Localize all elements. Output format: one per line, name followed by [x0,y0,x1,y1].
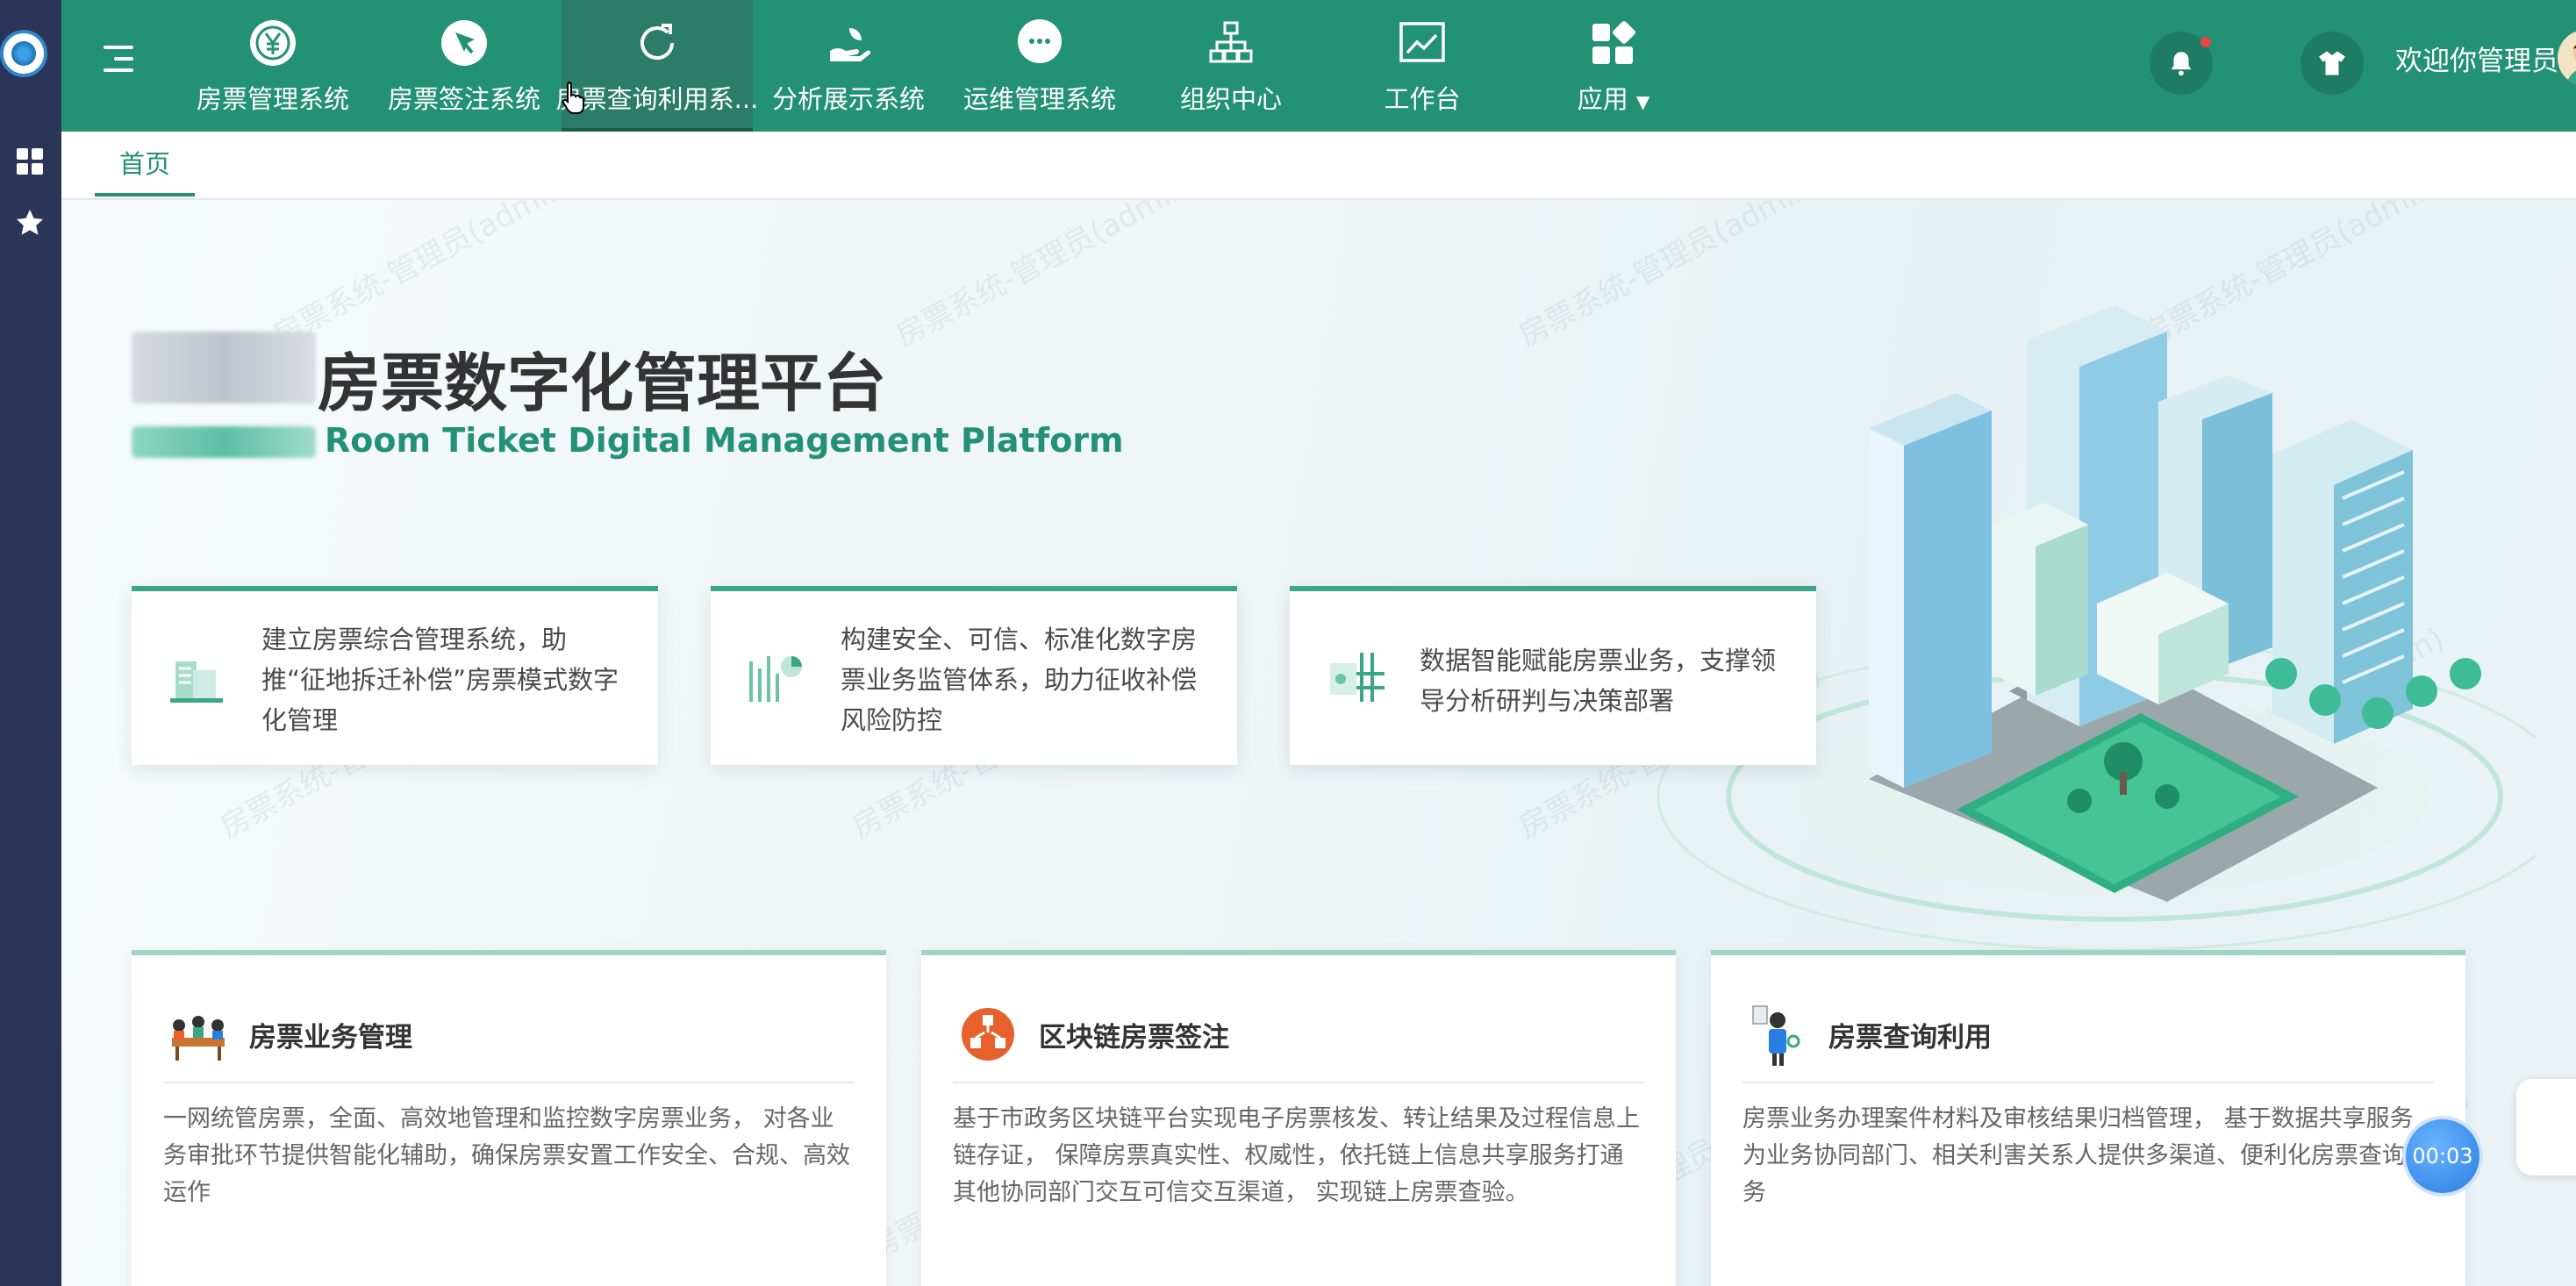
divider [163,1082,855,1083]
meeting-people-icon [163,999,233,1069]
blockchain-icon [953,999,1023,1069]
tab-bar: 首页 [61,132,2576,200]
nav-zuzhi-zhongxin[interactable]: 组织中心 [1135,0,1327,132]
data-bars-icon [742,644,809,711]
nav-fangpiao-guanli[interactable]: 房票管理系统 [177,0,369,132]
hand-leaf-icon [821,16,876,70]
tab-home[interactable]: 首页 [95,132,195,196]
page-title: 房票数字化管理平台 [318,347,887,420]
nav-yingyong[interactable]: 应用 ▼ [1518,0,1709,132]
card-description: 房票业务办理案件材料及审核结果归档管理， 基于数据共享服务为业务协同部门、相关利… [1742,1105,2429,1206]
card-description: 基于市政务区块链平台实现电子房票核发、转让结果及过程信息上链存证， 保障房票真实… [953,1105,1640,1206]
star-icon[interactable] [12,205,47,240]
buildings-icon [163,644,230,711]
avatar[interactable] [2558,30,2576,86]
notification-dot [2200,37,2211,47]
feature-text: 数据智能赋能房票业务，支撑领导分析研判与决策部署 [1420,646,1777,716]
timer-badge[interactable]: 00:03 [2402,1116,2483,1197]
watermark: 房票系统-管理员(admin) [890,200,1204,354]
logo[interactable] [0,30,47,77]
feature-box: 数据智能赋能房票业务，支撑领导分析研判与决策部署 [1290,586,1816,765]
card-title: 房票业务管理 [249,1022,412,1054]
feature-box: 构建安全、可信、标准化数字房票业务监管体系，助力征收补偿风险防控 [711,586,1237,765]
refresh-icon [630,16,684,70]
left-rail [0,0,61,1286]
data-grid-icon [1321,644,1388,711]
shirt-icon[interactable] [2301,32,2364,95]
mouse-cursor-icon [562,79,588,114]
card-fangpiao-chaxun[interactable]: 房票查询利用 房票业务办理案件材料及审核结果归档管理， 基于数据共享服务为业务协… [1711,950,2465,1286]
divider [953,1082,1644,1083]
caret-down-icon: ▼ [1635,91,1650,112]
card-description: 一网统管房票，全面、高效地管理和监控数字房票业务， 对各业务审批环节提供智能化辅… [163,1105,850,1206]
welcome-text[interactable]: 欢迎你管理员 [2395,39,2558,78]
nav-fenxi-zhanshi[interactable]: 分析展示系统 [753,0,944,132]
feature-text: 建立房票综合管理系统，助推“征地拆迁补偿”房票模式数字化管理 [261,625,619,735]
yen-coin-icon [246,16,300,70]
card-title: 区块链房票签注 [1039,1022,1229,1054]
feature-text: 构建安全、可信、标准化数字房票业务监管体系，助力征收补偿风险防控 [841,625,1198,735]
person-search-icon [1742,999,1813,1069]
org-chart-icon [1204,16,1258,70]
redacted-region [132,426,316,458]
nav-yunwei-guanli[interactable]: 运维管理系统 [944,0,1135,132]
menu-toggle-icon[interactable] [100,39,140,79]
apps-grid-icon [1586,16,1641,70]
divider [1742,1082,2434,1083]
line-chart-icon [1395,16,1449,70]
card-qukuailian-qianzhu[interactable]: 区块链房票签注 基于市政务区块链平台实现电子房票核发、转让结果及过程信息上链存证… [921,950,1676,1286]
feature-box: 建立房票综合管理系统，助推“征地拆迁补偿”房票模式数字化管理 [132,586,658,765]
side-float-widget[interactable] [2516,1079,2576,1175]
top-header: 房票管理系统 房票签注系统 房票查询利用系... 分析展示系统 运维管理系统 组… [61,0,2576,132]
dashboard-icon[interactable] [12,144,47,179]
nav-fangpiao-qianzhu[interactable]: 房票签注系统 [369,0,560,132]
nav-fangpiao-chaxun[interactable]: 房票查询利用系... [556,0,758,132]
home-dashboard: 房票系统-管理员(admin) 房票系统-管理员(admin) 房票系统-管理员… [61,200,2576,1286]
page-subtitle: Room Ticket Digital Management Platform [325,421,1124,460]
chat-bubble-icon [1013,16,1067,70]
stamp-pen-icon [437,16,491,70]
card-title: 房票查询利用 [1828,1022,1992,1054]
redacted-region [132,332,316,404]
nav-gongzuotai[interactable]: 工作台 [1327,0,1518,132]
card-fangpiao-yewu[interactable]: 房票业务管理 一网统管房票，全面、高效地管理和监控数字房票业务， 对各业务审批环… [132,950,886,1286]
